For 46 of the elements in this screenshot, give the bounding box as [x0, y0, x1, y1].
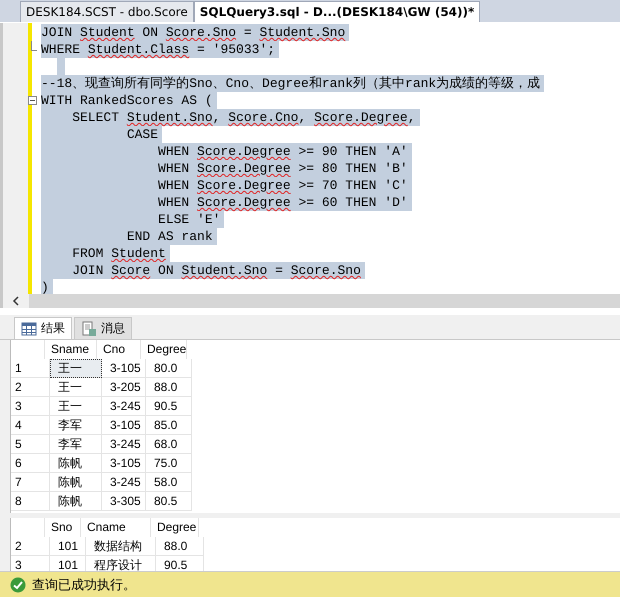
table-cell: 3-245 — [102, 397, 146, 416]
table-cell: 李军 — [50, 416, 102, 435]
table-cell: 85.0 — [146, 416, 192, 435]
document-icon — [81, 320, 97, 336]
horizontal-scrollbar[interactable] — [0, 294, 620, 308]
row-number: 2 — [11, 537, 50, 556]
table-cell: 王一 — [50, 397, 102, 416]
table-cell: 58.0 — [146, 473, 192, 492]
document-tab[interactable]: DESK184.SCST - dbo.Score — [20, 1, 194, 22]
table-cell: 68.0 — [146, 435, 192, 454]
grid-icon — [21, 322, 37, 336]
table-cell: 王一 — [50, 378, 102, 397]
row-number: 5 — [11, 435, 50, 454]
scroll-left-icon[interactable] — [3, 294, 29, 308]
table-cell: 陈帆 — [50, 454, 102, 473]
table-cell: 80.5 — [146, 492, 192, 511]
success-icon — [10, 576, 26, 592]
document-tab[interactable]: SQLQuery3.sql - D...(DESK184\GW (54))* — [194, 1, 480, 22]
table-cell: 3-205 — [102, 378, 146, 397]
table-cell: 88.0 — [146, 378, 192, 397]
table-cell: 88.0 — [156, 537, 204, 556]
row-number: 3 — [11, 397, 50, 416]
row-number: 4 — [11, 416, 50, 435]
table-cell: 3-245 — [102, 473, 146, 492]
table-cell: 陈帆 — [50, 473, 102, 492]
collapse-icon[interactable] — [28, 96, 37, 105]
status-message: 查询已成功执行。 — [32, 576, 136, 594]
result-tab[interactable]: 结果 — [14, 317, 72, 339]
table-cell: 80.0 — [146, 359, 192, 378]
table-cell: 王一 — [50, 359, 102, 378]
result-tab[interactable]: 消息 — [74, 317, 132, 339]
table-cell: 90.5 — [146, 397, 192, 416]
table-cell: 75.0 — [146, 454, 192, 473]
table-cell: 3-105 — [102, 359, 146, 378]
table-cell: 李军 — [50, 435, 102, 454]
table-cell: 3-305 — [102, 492, 146, 511]
row-number: 7 — [11, 473, 50, 492]
table-cell: 数据结构 — [86, 537, 156, 556]
table-cell: 3-105 — [102, 416, 146, 435]
table-cell: 101 — [50, 537, 86, 556]
row-number: 6 — [11, 454, 50, 473]
row-number: 2 — [11, 378, 50, 397]
row-number: 8 — [11, 492, 50, 511]
table-cell: 3-105 — [102, 454, 146, 473]
table-cell: 3-245 — [102, 435, 146, 454]
table-cell: 陈帆 — [50, 492, 102, 511]
